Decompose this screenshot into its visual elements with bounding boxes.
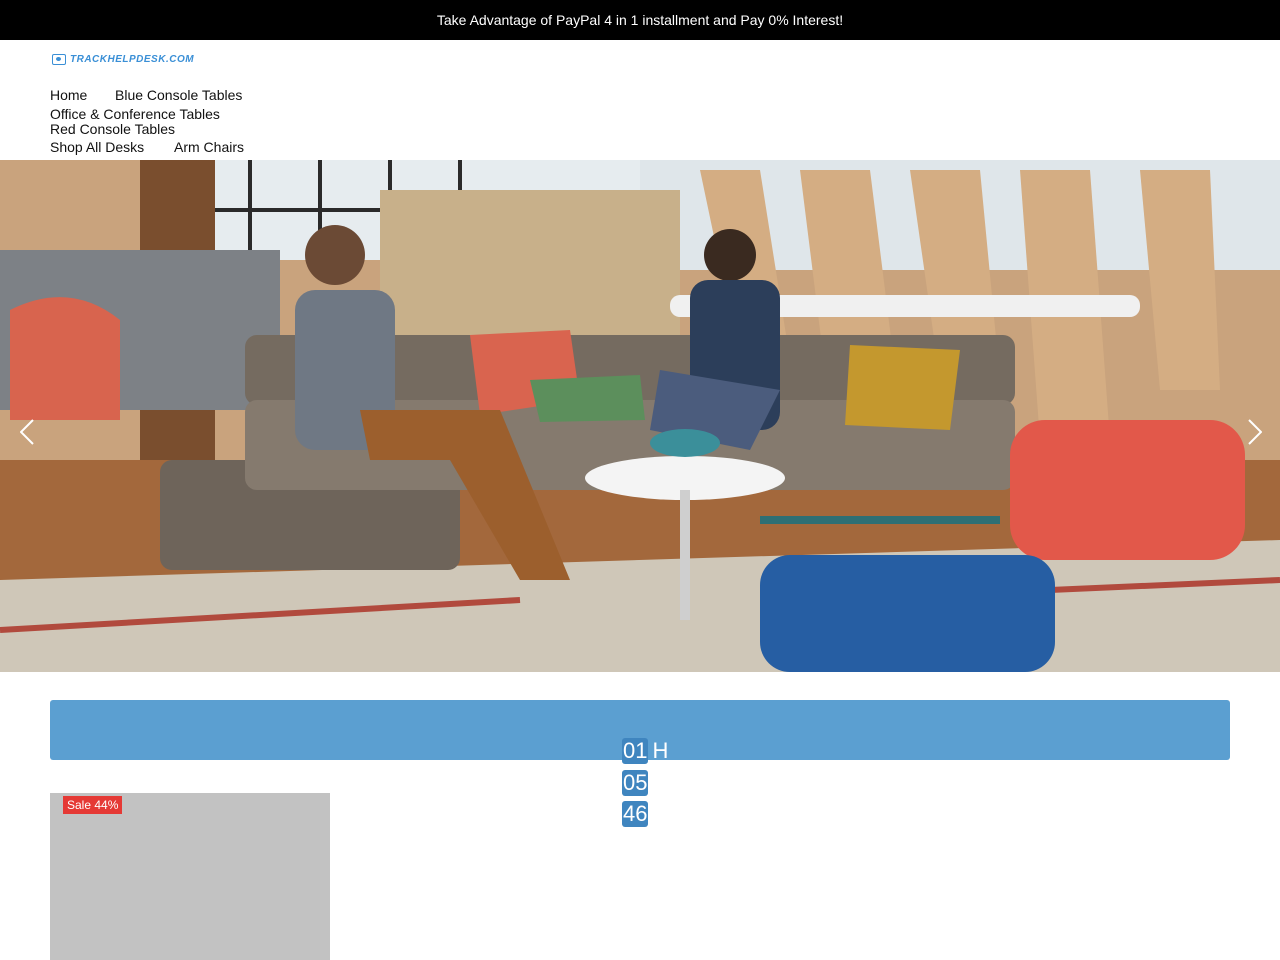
sale-badge: Sale 44% [63,796,123,814]
nav-item-arm-chairs[interactable]: Arm Chairs [174,139,244,155]
nav-item-blue-console-tables[interactable]: Blue Console Tables [115,87,242,103]
countdown-minutes: 05 [622,770,652,796]
countdown-seconds: 46 [622,801,652,827]
chevron-right-icon [1248,419,1262,445]
nav-item-home[interactable]: Home [50,87,87,103]
product-card[interactable]: Sale 44% [50,793,330,960]
nav-item-shop-all-desks[interactable]: Shop All Desks [50,139,144,155]
slider-prev-button[interactable] [12,412,42,452]
hero-slider[interactable] [0,160,1280,672]
hero-image [0,160,1280,672]
countdown-seconds-value: 46 [622,801,649,827]
monitor-icon [52,54,66,65]
slider-next-button[interactable] [1240,412,1270,452]
nav-item-office-conference-tables[interactable]: Office & Conference Tables [50,106,220,122]
announcement-bar: Take Advantage of PayPal 4 in 1 installm… [0,0,1280,40]
countdown-minutes-value: 05 [622,770,649,796]
nav-item-red-console-tables[interactable]: Red Console Tables [50,121,175,137]
announcement-text: Take Advantage of PayPal 4 in 1 installm… [436,12,844,28]
site-logo[interactable]: TRACKHELPDESK.COM [52,54,194,65]
logo-text: TRACKHELPDESK.COM [70,54,195,65]
countdown-hours: 01 H [622,738,668,764]
countdown-hours-value: 01 [622,738,649,764]
chevron-left-icon [20,419,34,445]
countdown-hours-unit: H [652,738,669,763]
